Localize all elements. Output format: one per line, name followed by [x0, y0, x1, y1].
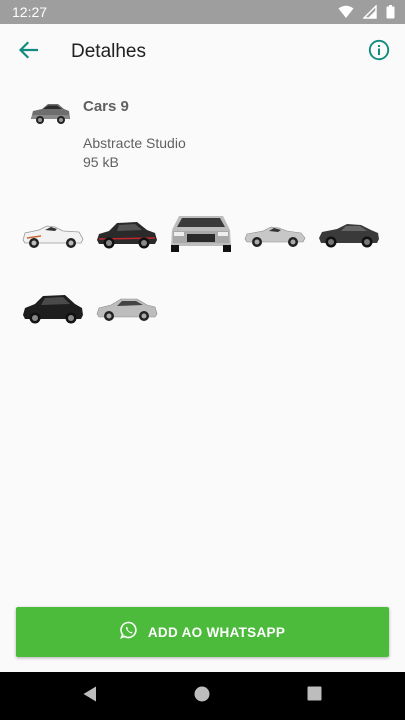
- arrow-back-icon: [18, 40, 39, 64]
- sticker-silver-mustang-front[interactable]: [164, 200, 238, 264]
- navigation-bar: [0, 672, 405, 720]
- pack-size: 95 kB: [83, 154, 119, 170]
- sticker-row: [16, 275, 396, 350]
- status-bar: 12:27: [0, 0, 405, 24]
- info-button[interactable]: [361, 34, 397, 70]
- screen: 12:27 Detalhes Cars 9 Abstracte Studio 9…: [0, 0, 405, 720]
- home-circle-icon: [194, 686, 210, 707]
- toolbar: Detalhes: [0, 24, 405, 80]
- wifi-icon: [338, 5, 354, 19]
- status-icons: [338, 5, 395, 19]
- sticker-silver-sedan[interactable]: [90, 275, 164, 339]
- add-button-label: ADD AO WHATSAPP: [147, 624, 286, 640]
- sticker-grid: [16, 200, 396, 350]
- sticker-dark-mustang[interactable]: [312, 200, 386, 264]
- sticker-white-convertible[interactable]: [16, 200, 90, 264]
- pack-name: Cars 9: [83, 98, 129, 115]
- recents-square-icon: [307, 686, 322, 706]
- battery-icon: [386, 5, 395, 19]
- page-title: Detalhes: [71, 41, 146, 62]
- back-triangle-icon: [82, 685, 98, 708]
- nav-home-button[interactable]: [186, 680, 218, 712]
- pack-header: Cars 9 Abstracte Studio 95 kB: [0, 88, 405, 178]
- sticker-black-red-hatchback[interactable]: [90, 200, 164, 264]
- info-icon: [368, 39, 390, 66]
- sticker-black-hatchback[interactable]: [16, 275, 90, 339]
- nav-recents-button[interactable]: [298, 680, 330, 712]
- sticker-row: [16, 200, 396, 275]
- pack-tray-icon: [28, 93, 72, 133]
- nav-back-button[interactable]: [74, 680, 106, 712]
- signal-icon: [363, 5, 377, 19]
- whatsapp-icon: [119, 621, 138, 644]
- sticker-silver-convertible[interactable]: [238, 200, 312, 264]
- add-to-whatsapp-button[interactable]: ADD AO WHATSAPP: [16, 607, 389, 657]
- pack-publisher: Abstracte Studio: [83, 135, 186, 151]
- status-time: 12:27: [12, 4, 48, 20]
- back-button[interactable]: [10, 34, 46, 70]
